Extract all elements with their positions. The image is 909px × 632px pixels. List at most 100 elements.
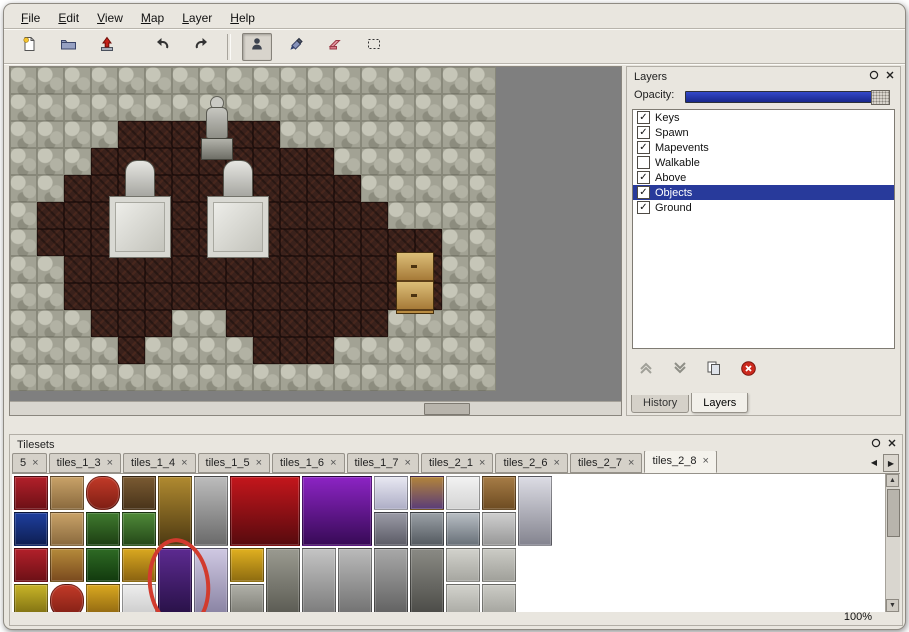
- open-button[interactable]: [53, 33, 83, 61]
- map-tile[interactable]: [118, 283, 145, 310]
- map-tile[interactable]: [172, 175, 199, 202]
- map-tile[interactable]: [64, 94, 91, 121]
- map-tile[interactable]: [415, 364, 442, 391]
- tab-layers[interactable]: Layers: [691, 393, 748, 413]
- map-tile[interactable]: [442, 94, 469, 121]
- layer-row-ground[interactable]: ✓Ground: [633, 200, 894, 215]
- map-tile[interactable]: [307, 364, 334, 391]
- map-tile[interactable]: [145, 67, 172, 94]
- map-tile[interactable]: [91, 364, 118, 391]
- tileset-tab-tiles_1_6[interactable]: tiles_1_6×: [272, 453, 344, 473]
- map-tile[interactable]: [334, 256, 361, 283]
- menu-view[interactable]: View: [88, 8, 132, 28]
- map-tile[interactable]: [199, 67, 226, 94]
- map-tile[interactable]: [469, 175, 496, 202]
- map-tile[interactable]: [280, 337, 307, 364]
- map-tile[interactable]: [172, 310, 199, 337]
- map-tile[interactable]: [388, 310, 415, 337]
- map-tile[interactable]: [361, 337, 388, 364]
- map-tile[interactable]: [307, 148, 334, 175]
- map-tile[interactable]: [172, 148, 199, 175]
- close-tab-icon[interactable]: ×: [554, 454, 560, 472]
- delete-layer-button[interactable]: [737, 357, 759, 379]
- map-tile[interactable]: [172, 121, 199, 148]
- map-tile[interactable]: [469, 256, 496, 283]
- tileset-tile-bookshelf[interactable]: [50, 548, 84, 582]
- tileset-tile-throne-purple[interactable]: [302, 476, 372, 546]
- map-tile[interactable]: [415, 175, 442, 202]
- close-tab-icon[interactable]: ×: [479, 454, 485, 472]
- tileset-tile-plant-dark[interactable]: [86, 548, 120, 582]
- map-tile[interactable]: [334, 364, 361, 391]
- tileset-tab-tiles_2_6[interactable]: tiles_2_6×: [495, 453, 567, 473]
- tileset-tile-statue-angel[interactable]: [302, 548, 336, 612]
- map-tile[interactable]: [388, 202, 415, 229]
- map-tile[interactable]: [280, 148, 307, 175]
- map-tile[interactable]: [10, 202, 37, 229]
- tileset-tile-throne-red[interactable]: [230, 476, 300, 546]
- map-tile[interactable]: [199, 310, 226, 337]
- map-tile[interactable]: [91, 256, 118, 283]
- layer-row-above[interactable]: ✓Above: [633, 170, 894, 185]
- map-tile[interactable]: [280, 256, 307, 283]
- map-tile[interactable]: [334, 310, 361, 337]
- map-tile[interactable]: [307, 310, 334, 337]
- tab-scroll-right-button[interactable]: ▶: [883, 454, 899, 472]
- tileset-tile-door-stone[interactable]: [194, 476, 228, 546]
- map-tile[interactable]: [118, 256, 145, 283]
- tileset-tile-banner-red-2[interactable]: [14, 548, 48, 582]
- tileset-tab-tiles_1_4[interactable]: tiles_1_4×: [123, 453, 195, 473]
- undo-button[interactable]: [147, 33, 177, 61]
- map-tile[interactable]: [280, 310, 307, 337]
- map-tile[interactable]: [388, 148, 415, 175]
- map-tile[interactable]: [37, 229, 64, 256]
- map-tile[interactable]: [10, 67, 37, 94]
- map-tile[interactable]: [442, 229, 469, 256]
- opacity-slider[interactable]: [685, 91, 890, 103]
- tileset-tile-statue-winged[interactable]: [338, 548, 372, 612]
- map-tile[interactable]: [334, 175, 361, 202]
- redo-button[interactable]: [186, 33, 216, 61]
- map-tile[interactable]: [442, 121, 469, 148]
- map-tile[interactable]: [172, 94, 199, 121]
- map-tile[interactable]: [469, 94, 496, 121]
- map-tile[interactable]: [37, 337, 64, 364]
- map-tile[interactable]: [118, 67, 145, 94]
- map-tile[interactable]: [91, 94, 118, 121]
- close-tab-icon[interactable]: ×: [32, 454, 38, 472]
- tileset-tile-relic-white[interactable]: [374, 476, 408, 510]
- layer-row-spawn[interactable]: ✓Spawn: [633, 125, 894, 140]
- map-tile[interactable]: [388, 94, 415, 121]
- map-tile[interactable]: [172, 256, 199, 283]
- map-tile[interactable]: [199, 364, 226, 391]
- map-tile[interactable]: [64, 121, 91, 148]
- layer-visibility-checkbox[interactable]: ✓: [637, 201, 650, 214]
- map-tile[interactable]: [415, 202, 442, 229]
- tileset-tile-pot-red[interactable]: [86, 476, 120, 510]
- layer-visibility-checkbox[interactable]: ✓: [637, 171, 650, 184]
- map-tile[interactable]: [37, 364, 64, 391]
- map-tile[interactable]: [226, 310, 253, 337]
- map-tile[interactable]: [37, 121, 64, 148]
- tileset-tile-shelf-wood[interactable]: [482, 476, 516, 510]
- map-tile[interactable]: [334, 121, 361, 148]
- scroll-down-button[interactable]: ▼: [886, 599, 899, 612]
- menu-edit[interactable]: Edit: [49, 8, 88, 28]
- tileset-tile-banner-red[interactable]: [14, 476, 48, 510]
- map-tile[interactable]: [145, 283, 172, 310]
- move-layer-up-button[interactable]: [635, 357, 657, 379]
- map-tile[interactable]: [388, 337, 415, 364]
- map-tile[interactable]: [118, 94, 145, 121]
- map-tile[interactable]: [118, 121, 145, 148]
- tileset-tile-banner-blue[interactable]: [14, 512, 48, 546]
- map-tile[interactable]: [64, 148, 91, 175]
- map-tile[interactable]: [199, 337, 226, 364]
- close-tab-icon[interactable]: ×: [330, 454, 336, 472]
- tileset-tab-tiles_1_5[interactable]: tiles_1_5×: [198, 453, 270, 473]
- map-tile[interactable]: [64, 229, 91, 256]
- fill-button[interactable]: [281, 33, 311, 61]
- map-tile[interactable]: [118, 310, 145, 337]
- layer-row-mapevents[interactable]: ✓Mapevents: [633, 140, 894, 155]
- map-tile[interactable]: [469, 148, 496, 175]
- close-tab-icon[interactable]: ×: [256, 454, 262, 472]
